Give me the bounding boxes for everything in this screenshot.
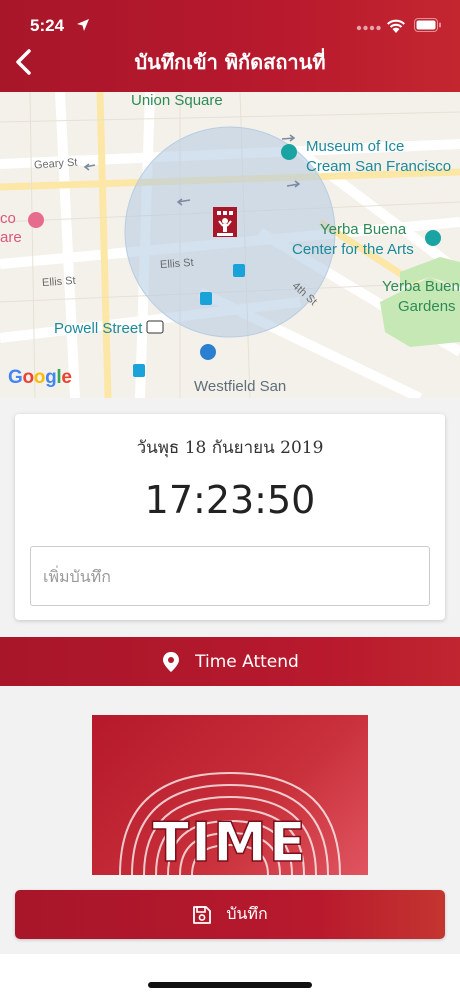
wifi-icon (387, 19, 405, 33)
note-input[interactable] (30, 546, 430, 606)
save-button[interactable]: บันทึก (15, 890, 445, 939)
map-label-ellis-st-1: Ellis St (159, 256, 195, 272)
time-attend-label: Time Attend (195, 651, 299, 672)
map-label-yerba-gardens-line1: Yerba Buen (382, 278, 460, 295)
map-label-westfield: Westfield San (194, 378, 287, 395)
map-label-yerba-center-line1: Yerba Buena (320, 221, 407, 238)
home-indicator (148, 982, 312, 988)
promo-word: TIME (152, 811, 308, 874)
map-label-yerba-gardens-line2: Gardens (398, 298, 456, 315)
location-map[interactable]: Union Square Geary St Museum of Ice Crea… (0, 92, 460, 398)
time-attend-bar: Time Attend (0, 637, 460, 686)
bottom-safe-area (0, 954, 460, 996)
google-logo: Google (8, 367, 72, 388)
status-bar: 5:24 (0, 0, 460, 44)
location-pin-icon (163, 651, 180, 672)
time-attend-logo-image: TIME (92, 715, 368, 875)
current-date: วันพุธ 18 กันยายน 2019 (136, 438, 324, 458)
map-label-union-square: Union Square (131, 92, 223, 109)
back-button[interactable] (8, 44, 44, 80)
fingerprint-graphic: TIME (119, 771, 341, 875)
map-label-museum-line1: Museum of Ice (306, 138, 405, 155)
page-title: บันทึกเข้า พิกัดสถานที่ (134, 50, 326, 74)
map-label-powell-street: Powell Street (54, 320, 143, 337)
current-time: 17:23:50 (144, 478, 316, 522)
app-header: 5:24 บันทึกเข้า พิกัดสถานที่ (0, 0, 460, 92)
map-label-partial-2: are (0, 229, 22, 246)
map-label-yerba-center-line2: Center for the Arts (292, 241, 414, 258)
battery-icon (414, 18, 441, 32)
floppy-disk-icon (193, 905, 212, 924)
attendance-card: วันพุธ 18 กันยายน 2019 17:23:50 (15, 414, 445, 620)
map-label-museum-line2: Cream San Francisco (306, 158, 452, 175)
location-arrow-icon (77, 19, 89, 31)
map-label-ellis-st-2: Ellis St (41, 274, 77, 290)
save-button-label: บันทึก (226, 904, 268, 923)
cellular-signal-icon (356, 25, 381, 31)
status-time: 5:24 (30, 16, 65, 35)
map-label-partial-1: co (0, 210, 16, 227)
